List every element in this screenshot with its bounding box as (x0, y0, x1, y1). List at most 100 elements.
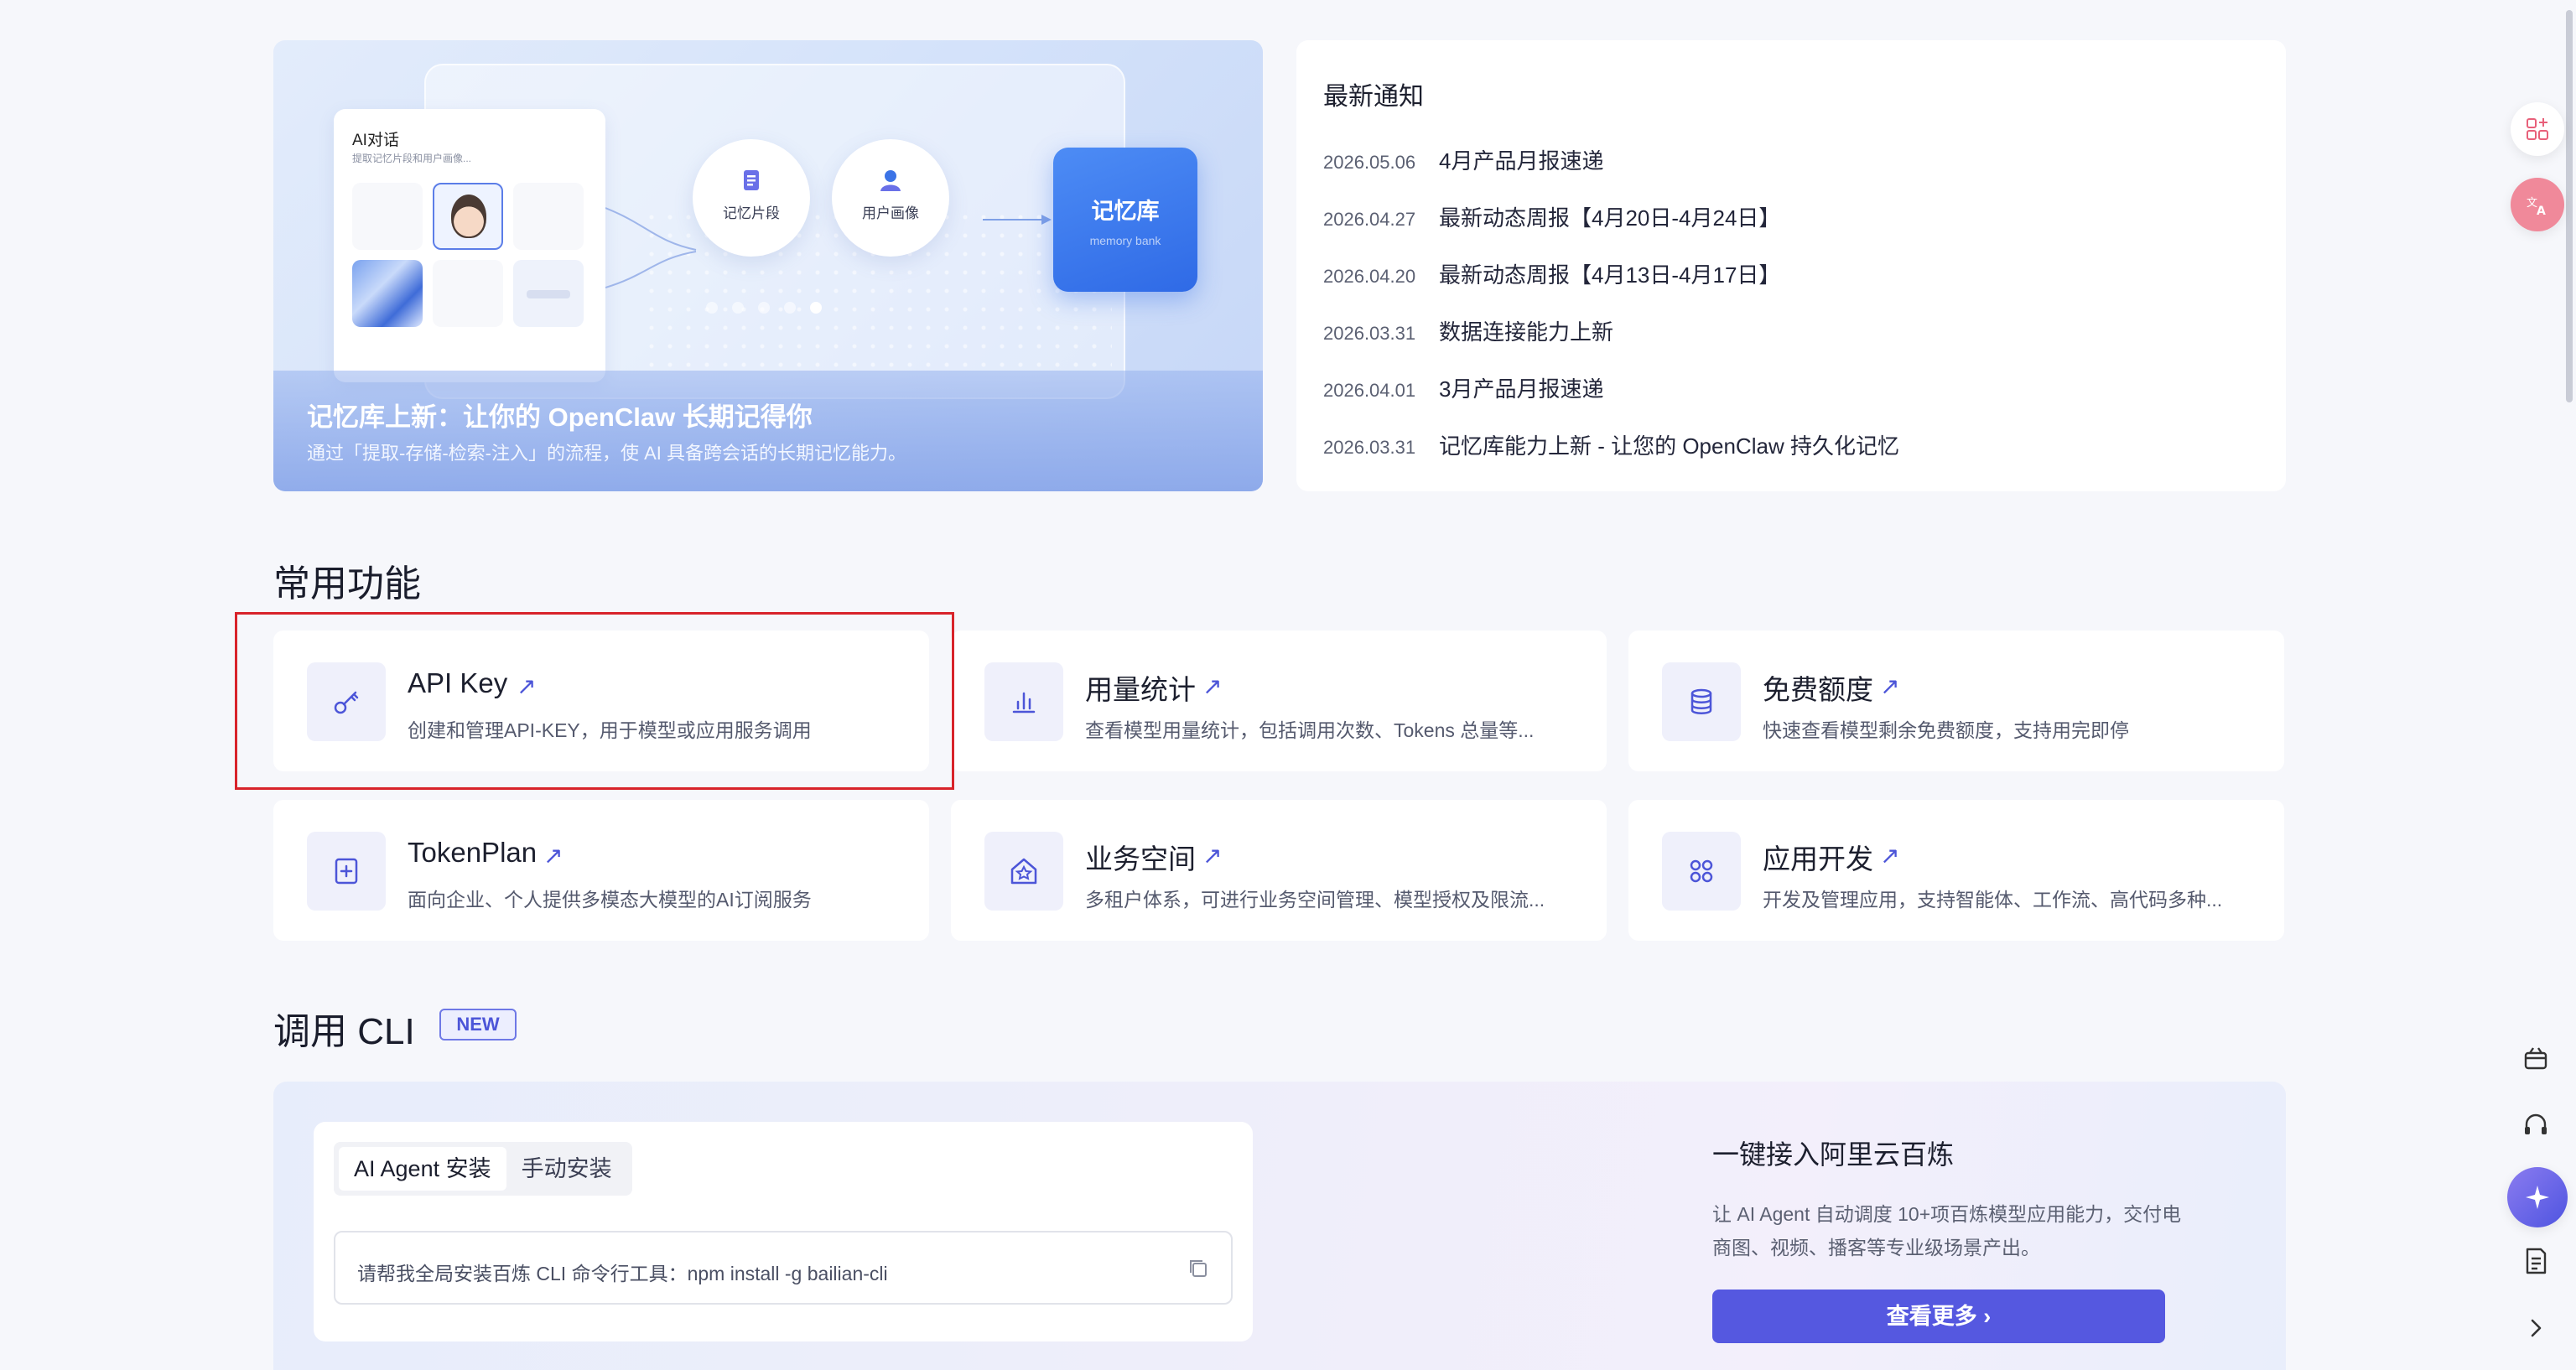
view-more-button[interactable]: 查看更多 › (1712, 1290, 2165, 1343)
notice-title[interactable]: 数据连接能力上新 (1439, 319, 1613, 345)
document-icon (744, 170, 759, 190)
command-text: 请帮我全局安装百炼 CLI 命令行工具：npm install -g baili… (357, 1263, 888, 1284)
notice-date: 2026.03.31 (1323, 437, 1416, 458)
notice-title[interactable]: 记忆库能力上新 - 让您的 OpenClaw 持久化记忆 (1439, 433, 1899, 459)
notice-item[interactable]: 2026.03.31 记忆库能力上新 - 让您的 OpenClaw 持久化记忆 (1323, 429, 1899, 486)
notice-date: 2026.05.06 (1323, 152, 1416, 173)
feature-title: 业务空间 (1085, 843, 1196, 874)
face-icon (451, 195, 486, 238)
external-link-icon: ↗ (1202, 843, 1223, 869)
memory-bank-subtitle: memory bank (1089, 234, 1161, 247)
tab-ai-agent-install[interactable]: AI Agent 安装 (339, 1147, 506, 1191)
memory-bank-title: 记忆库 (1091, 199, 1160, 224)
feature-desc: 查看模型用量统计，包括调用次数、Tokens 总量等... (1085, 719, 1535, 741)
connector-lines (605, 207, 697, 288)
database-icon (1690, 688, 1712, 714)
arrow-right-icon (983, 215, 1052, 225)
feature-card-tokenplan[interactable]: TokenPlan ↗ 面向企业、个人提供多模态大模型的AI订阅服务 (273, 800, 929, 941)
feature-icon-box (984, 832, 1063, 911)
command-box[interactable]: 请帮我全局安装百炼 CLI 命令行工具：npm install -g baili… (334, 1231, 1233, 1305)
chevron-right-icon[interactable] (2519, 1311, 2553, 1345)
install-tabs: AI Agent 安装 手动安装 (334, 1142, 632, 1196)
feature-card-free-quota[interactable]: 免费额度 ↗ 快速查看模型剩余免费额度，支持用完即停 (1628, 631, 2284, 771)
headset-icon[interactable] (2519, 1108, 2553, 1142)
section-title-features: 常用功能 (273, 563, 421, 605)
feature-card-workspace[interactable]: 业务空间 ↗ 多租户体系，可进行业务空间管理、模型授权及限流... (951, 800, 1607, 941)
notice-title[interactable]: 最新动态周报【4月20日-4月24日】 (1439, 205, 1780, 231)
tab-manual-install[interactable]: 手动安装 (506, 1147, 627, 1191)
app-grid-icon (1690, 859, 1713, 883)
copy-icon[interactable] (1187, 1258, 1209, 1279)
feature-icon-box (1662, 832, 1741, 911)
pager-dot[interactable] (784, 302, 796, 314)
notice-title[interactable]: 最新动态周报【4月13日-4月17日】 (1439, 262, 1780, 288)
feature-icon-box (984, 662, 1063, 741)
widget-add-icon (2527, 118, 2548, 140)
external-link-icon: ↗ (1202, 673, 1223, 699)
notice-date: 2026.04.01 (1323, 380, 1416, 401)
pager-dot-active[interactable] (810, 302, 822, 314)
feature-title: 应用开发 (1763, 843, 1873, 874)
notice-heading: 最新通知 (1323, 83, 1424, 111)
feature-desc: 面向企业、个人提供多模态大模型的AI订阅服务 (408, 889, 812, 911)
notice-date: 2026.04.27 (1323, 209, 1416, 230)
notice-list: 2026.05.06 4月产品月报速递 2026.04.27 最新动态周报【4月20… (1323, 148, 1899, 515)
notice-title[interactable]: 4月产品月报速递 (1439, 148, 1603, 174)
notice-item[interactable]: 2026.04.01 3月产品月报速递 (1323, 372, 1899, 429)
feature-title: TokenPlan (408, 837, 538, 868)
carousel-pager[interactable] (706, 302, 836, 318)
external-link-icon: ↗ (1880, 843, 1900, 869)
feature-card-usage[interactable]: 用量统计 ↗ 查看模型用量统计，包括调用次数、Tokens 总量等... (951, 631, 1607, 771)
cli-promo-title: 一键接入阿里云百炼 (1712, 1139, 1955, 1170)
cli-promo: 一键接入阿里云百炼 让 AI Agent 自动调度 10+项百炼模型应用能力，交… (1712, 1122, 2182, 1264)
cli-section: AI Agent 安装 手动安装 请帮我全局安装百炼 CLI 命令行工具：npm… (273, 1082, 2286, 1370)
chat-slot (433, 260, 503, 327)
wave-image (352, 260, 423, 327)
translate-button[interactable]: 文A (2511, 178, 2564, 231)
ai-chat-card: AI对话 提取记忆片段和用户画像... (334, 109, 605, 382)
cli-install-panel: AI Agent 安装 手动安装 请帮我全局安装百炼 CLI 命令行工具：npm… (314, 1122, 1253, 1341)
chat-slot (352, 183, 423, 250)
promo-banner[interactable]: AI对话 提取记忆片段和用户画像... 记忆片段 用户画像 记忆库 memory… (273, 40, 1263, 491)
ui-preview-image (513, 260, 584, 327)
cli-promo-desc: 让 AI Agent 自动调度 10+项百炼模型应用能力，交付电商图、视频、播客… (1712, 1203, 2182, 1258)
sparkle-icon (2526, 1186, 2549, 1209)
notice-panel: 最新通知 2026.05.06 4月产品月报速递 2026.04.27 最新动态周报… (1296, 40, 2286, 491)
highlight-box (235, 612, 954, 790)
widget-add-button[interactable] (2511, 102, 2564, 156)
svg-text:A: A (2537, 205, 2546, 218)
document-list-icon[interactable] (2519, 1244, 2553, 1278)
notice-item[interactable]: 2026.04.27 最新动态周报【4月20日-4月24日】 (1323, 201, 1899, 258)
workspace-icon (1010, 858, 1037, 885)
memory-fragment-node: 记忆片段 (693, 139, 810, 257)
feature-title: 用量统计 (1085, 674, 1196, 705)
notice-item[interactable]: 2026.04.20 最新动态周报【4月13日-4月17日】 (1323, 258, 1899, 315)
user-profile-node: 用户画像 (832, 139, 949, 257)
feature-icon-box (1662, 662, 1741, 741)
bag-icon[interactable] (2519, 1041, 2553, 1075)
node-label: 记忆片段 (723, 205, 780, 221)
notice-date: 2026.03.31 (1323, 323, 1416, 344)
feature-card-app-dev[interactable]: 应用开发 ↗ 开发及管理应用，支持智能体、工作流、高代码多种... (1628, 800, 2284, 941)
chat-card-title: AI对话 (352, 132, 399, 149)
bar-chart-icon (1012, 692, 1036, 714)
pager-dot[interactable] (758, 302, 770, 314)
section-title-cli: 调用 CLI (273, 1011, 415, 1052)
translate-icon: 文A (2527, 197, 2546, 218)
feature-desc: 开发及管理应用，支持智能体、工作流、高代码多种... (1763, 889, 2223, 911)
banner-subtitle: 通过「提取-存储-检索-注入」的流程，使 AI 具备跨会话的长期记忆能力。 (307, 443, 906, 464)
assistant-button[interactable] (2507, 1167, 2568, 1227)
feature-desc: 多租户体系，可进行业务空间管理、模型授权及限流... (1085, 889, 1545, 911)
chat-slot (513, 183, 584, 250)
scrollbar-thumb[interactable] (2566, 10, 2573, 402)
notice-item[interactable]: 2026.03.31 数据连接能力上新 (1323, 315, 1899, 372)
chat-card-subtitle: 提取记忆片段和用户画像... (352, 153, 472, 164)
pager-dot[interactable] (706, 302, 718, 314)
notice-item[interactable]: 2026.05.06 4月产品月报速递 (1323, 144, 1899, 201)
new-badge: NEW (439, 1009, 517, 1040)
pager-dot[interactable] (732, 302, 744, 314)
notice-title[interactable]: 3月产品月报速递 (1439, 376, 1603, 402)
feature-title: 免费额度 (1763, 674, 1873, 705)
memory-bank-box: 记忆库 memory bank (1053, 148, 1197, 292)
node-label: 用户画像 (862, 205, 919, 221)
